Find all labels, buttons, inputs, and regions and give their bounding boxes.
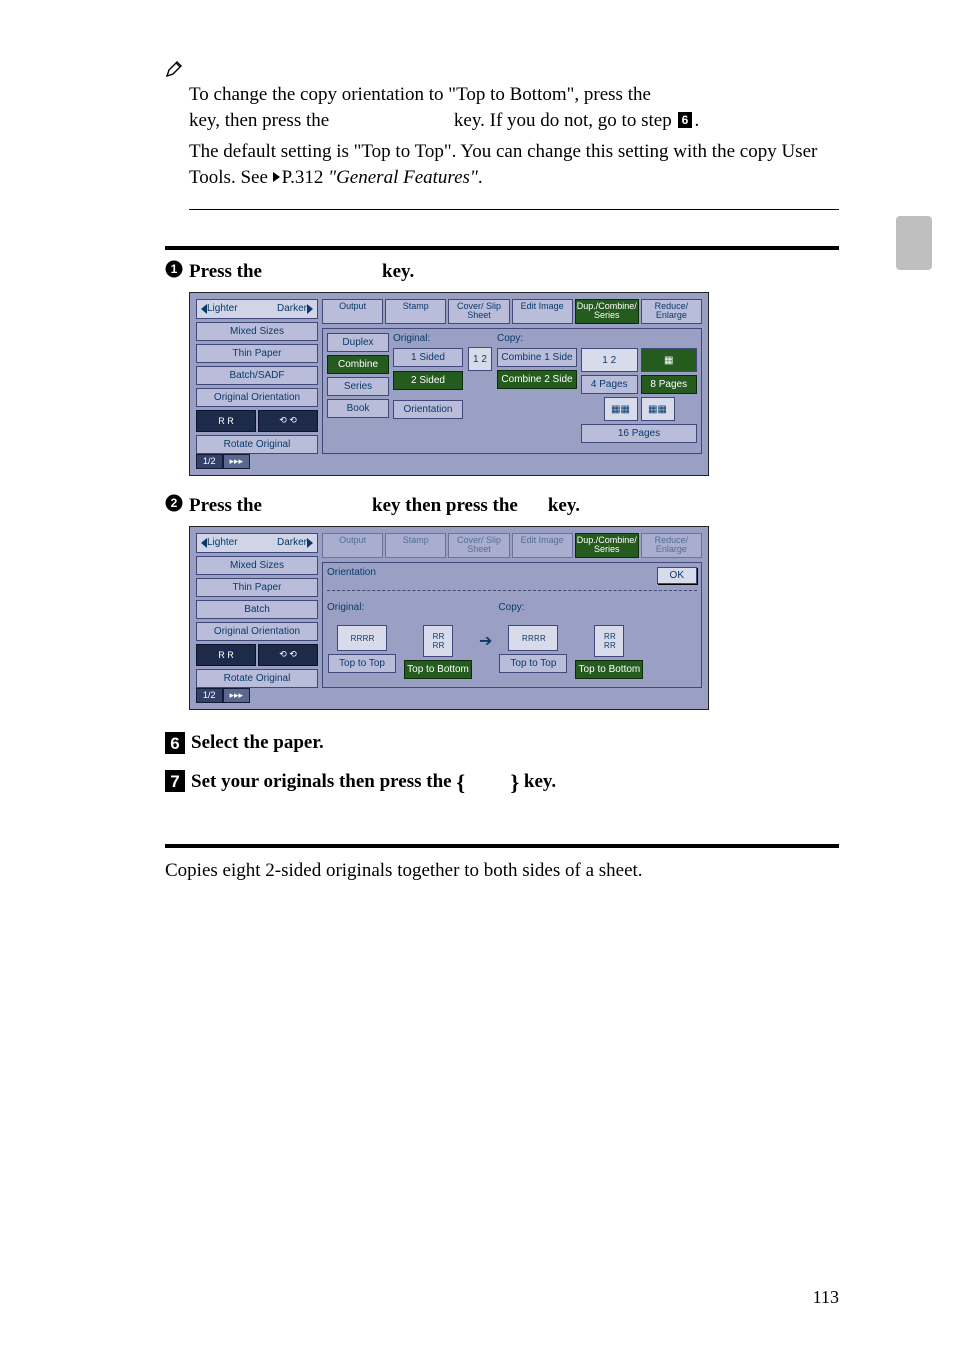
reference-arrow-icon bbox=[273, 172, 280, 182]
tab-reduce[interactable]: Reduce/ Enlarge bbox=[641, 299, 702, 325]
landscape-icon: ⟲ ⟲ bbox=[258, 410, 318, 432]
note-icon bbox=[165, 60, 183, 78]
orientation-button[interactable]: Orientation bbox=[393, 400, 463, 419]
start-key-left-bracket: { bbox=[456, 770, 465, 796]
tab-reduce: Reduce/ Enlarge bbox=[641, 533, 702, 559]
page-number: 113 bbox=[813, 1287, 839, 1308]
tab-edit: Edit Image bbox=[512, 533, 573, 559]
8pages-button[interactable]: 8 Pages bbox=[641, 375, 698, 394]
copy-toptotop-icon: R R R R bbox=[508, 625, 558, 651]
series-button[interactable]: Series bbox=[327, 377, 389, 396]
darker-arrow-icon bbox=[307, 304, 313, 314]
svg-text:2: 2 bbox=[171, 496, 178, 510]
substep-2: 2 Press the key then press the key. bbox=[165, 494, 839, 518]
2sided-button[interactable]: 2 Sided bbox=[393, 371, 463, 390]
copy-top-to-bottom-button[interactable]: Top to Bottom bbox=[575, 660, 643, 679]
note-line-1: To change the copy orientation to "Top t… bbox=[189, 82, 839, 135]
note-line-2: The default setting is "Top to Top". You… bbox=[189, 139, 839, 190]
orientation-icons[interactable]: R R ⟲ ⟲ bbox=[196, 644, 318, 666]
tab-cover[interactable]: Cover/ Slip Sheet bbox=[448, 299, 509, 325]
substep-1-icon: 1 bbox=[165, 260, 183, 284]
step-7: 7 Set your originals then press the { } … bbox=[165, 770, 839, 798]
tab-row-2: Output Stamp Cover/ Slip Sheet Edit Imag… bbox=[322, 533, 702, 559]
4pages-icon: 1 2 bbox=[581, 348, 638, 372]
copy-toptobottom-icon: R RR R bbox=[594, 625, 624, 657]
body-description: Copies eight 2-sided originals together … bbox=[165, 860, 839, 882]
copy-top-to-top-button[interactable]: Top to Top bbox=[499, 654, 567, 673]
ui-screenshot-1: Lighter Darker Mixed Sizes Thin Paper Ba… bbox=[189, 292, 709, 476]
tab-row: Output Stamp Cover/ Slip Sheet Edit Imag… bbox=[322, 299, 702, 325]
svg-text:6: 6 bbox=[170, 734, 179, 753]
darker-arrow-icon bbox=[307, 538, 313, 548]
svg-text:6: 6 bbox=[682, 113, 689, 127]
orientation-heading: Orientation bbox=[327, 567, 376, 578]
pager-tab-2[interactable]: 1/2▸▸▸ bbox=[196, 688, 702, 703]
tab-output[interactable]: Output bbox=[322, 299, 383, 325]
tab-output: Output bbox=[322, 533, 383, 559]
orig-top-to-top-button[interactable]: Top to Top bbox=[328, 654, 396, 673]
tab-dup-combine[interactable]: Dup./Combine/ Series bbox=[575, 533, 639, 559]
original-preview-icon: 1 2 bbox=[468, 347, 492, 371]
thin-paper-button[interactable]: Thin Paper bbox=[196, 344, 318, 363]
rotate-original-button[interactable]: Rotate Original bbox=[196, 669, 318, 688]
rotate-original-button[interactable]: Rotate Original bbox=[196, 435, 318, 454]
mixed-sizes-button[interactable]: Mixed Sizes bbox=[196, 322, 318, 341]
ok-button[interactable]: OK bbox=[657, 567, 697, 584]
orientation-icons[interactable]: R R ⟲ ⟲ bbox=[196, 410, 318, 432]
portrait-icon: R R bbox=[196, 644, 256, 666]
ui-screenshot-2: Lighter Darker Mixed Sizes Thin Paper Ba… bbox=[189, 526, 709, 710]
tab-edit[interactable]: Edit Image bbox=[512, 299, 573, 325]
svg-text:1: 1 bbox=[171, 262, 178, 276]
portrait-icon: R R bbox=[196, 410, 256, 432]
substep-2-icon: 2 bbox=[165, 494, 183, 518]
combine-2side-button[interactable]: Combine 2 Side bbox=[497, 370, 577, 389]
combine-button[interactable]: Combine bbox=[327, 355, 389, 374]
16pages-icon-b: ▦▦ bbox=[641, 397, 675, 421]
density-control-2[interactable]: Lighter Darker bbox=[196, 533, 318, 553]
step-7-icon: 7 bbox=[165, 770, 185, 798]
note-divider bbox=[189, 209, 839, 210]
substep-1: 1 Press the key. bbox=[165, 260, 839, 284]
tab-dup-combine[interactable]: Dup./Combine/ Series bbox=[575, 299, 639, 325]
tab-cover: Cover/ Slip Sheet bbox=[448, 533, 509, 559]
combine-1side-button[interactable]: Combine 1 Side bbox=[497, 348, 577, 367]
density-control[interactable]: Lighter Darker bbox=[196, 299, 318, 319]
1sided-button[interactable]: 1 Sided bbox=[393, 348, 463, 367]
landscape-icon: ⟲ ⟲ bbox=[258, 644, 318, 666]
book-button[interactable]: Book bbox=[327, 399, 389, 418]
tab-stamp: Stamp bbox=[385, 533, 446, 559]
original-orientation-button[interactable]: Original Orientation bbox=[196, 388, 318, 407]
orig-top-to-bottom-button[interactable]: Top to Bottom bbox=[404, 660, 472, 679]
16pages-button[interactable]: 16 Pages bbox=[581, 424, 697, 443]
4pages-button[interactable]: 4 Pages bbox=[581, 375, 638, 394]
section-divider bbox=[165, 844, 839, 848]
batch-button[interactable]: Batch bbox=[196, 600, 318, 619]
start-key-right-bracket: } bbox=[511, 770, 520, 796]
orig-toptotop-icon: R R R R bbox=[337, 625, 387, 651]
original-orientation-button[interactable]: Original Orientation bbox=[196, 622, 318, 641]
step-divider bbox=[165, 246, 839, 250]
step-6-icon: 6 bbox=[165, 732, 185, 760]
section-thumb-tab bbox=[896, 216, 932, 270]
mixed-sizes-button[interactable]: Mixed Sizes bbox=[196, 556, 318, 575]
batch-sadf-button[interactable]: Batch/SADF bbox=[196, 366, 318, 385]
orig-toptobottom-icon: R RR R bbox=[423, 625, 453, 657]
16pages-icon-a: ▦▦ bbox=[604, 397, 638, 421]
svg-text:7: 7 bbox=[170, 772, 179, 791]
step-ref-6-icon: 6 bbox=[678, 110, 692, 136]
pager-tab[interactable]: 1/2▸▸▸ bbox=[196, 454, 702, 469]
8pages-icon: ▦ bbox=[641, 348, 698, 372]
tab-stamp[interactable]: Stamp bbox=[385, 299, 446, 325]
arrow-icon: ➔ bbox=[479, 631, 492, 651]
thin-paper-button[interactable]: Thin Paper bbox=[196, 578, 318, 597]
duplex-button[interactable]: Duplex bbox=[327, 333, 389, 352]
step-6: 6 Select the paper. bbox=[165, 732, 839, 760]
